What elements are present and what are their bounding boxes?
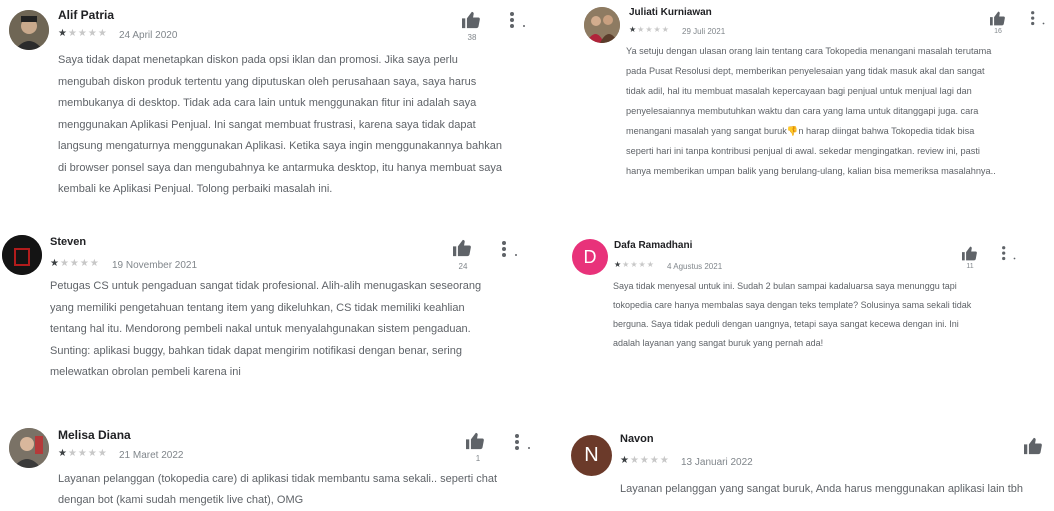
more-options-icon[interactable] — [509, 11, 529, 36]
like-count: 38 — [467, 33, 477, 42]
review-card: Juliati Kurniawan ★★★★★ 29 Juli 2021 16 … — [575, 0, 1054, 210]
like-count: 1 — [475, 454, 481, 463]
more-options-icon[interactable] — [1001, 245, 1019, 268]
more-options-icon[interactable] — [501, 240, 521, 265]
review-card: D Dafa Ramadhani ★★★★★ 4 Agustus 2021 11… — [560, 225, 1054, 365]
review-date: 19 November 2021 — [112, 260, 198, 271]
review-text: Layanan pelanggan yang sangat buruk, And… — [620, 483, 1024, 495]
reviewer-name: Alif Patria — [58, 8, 115, 22]
review-text: Layanan pelanggan (tokopedia care) di ap… — [58, 473, 498, 506]
avatar[interactable] — [584, 7, 620, 43]
reviewer-name: Dafa Ramadhani — [614, 240, 693, 251]
avatar[interactable]: N — [571, 435, 612, 476]
review-text: Saya tidak menyesal untuk ini. Sudah 2 b… — [613, 281, 972, 348]
review-text: Saya tidak dapat menetapkan diskon pada … — [58, 54, 502, 195]
star-rating: ★★★★★ — [58, 448, 108, 459]
star-rating: ★★★★★ — [58, 28, 108, 39]
more-options-icon[interactable] — [514, 433, 534, 458]
review-card: Steven ★★★★★ 19 November 2021 24 Petugas… — [0, 225, 540, 395]
review-card: N Navon ★★★★★ 13 Januari 2022 Layanan pe… — [560, 415, 1054, 511]
thumbs-up-icon[interactable] — [1023, 437, 1043, 460]
thumbs-up-icon[interactable] — [461, 11, 481, 34]
review-date: 24 April 2020 — [119, 30, 178, 41]
review-date: 13 Januari 2022 — [681, 457, 753, 468]
reviewer-name: Steven — [50, 236, 87, 248]
like-count: 24 — [458, 262, 468, 271]
like-count: 11 — [966, 263, 974, 270]
review-text: Petugas CS untuk pengaduan sangat tidak … — [50, 280, 482, 378]
star-rating: ★★★★★ — [620, 455, 670, 466]
star-rating: ★★★★★ — [50, 258, 100, 269]
avatar[interactable] — [9, 10, 49, 50]
review-card: Melisa Diana ★★★★★ 21 Maret 2022 1 Layan… — [0, 415, 540, 511]
reviewer-name: Juliati Kurniawan — [629, 7, 712, 18]
review-date: 21 Maret 2022 — [119, 450, 184, 461]
reviewer-name: Melisa Diana — [58, 428, 131, 442]
avatar[interactable] — [9, 428, 49, 468]
more-options-icon[interactable] — [1030, 10, 1048, 33]
star-rating: ★★★★★ — [629, 25, 670, 34]
star-rating: ★★★★★ — [614, 260, 655, 269]
avatar[interactable] — [2, 235, 42, 275]
review-text: Ya setuju dengan ulasan orang lain tenta… — [626, 46, 996, 176]
reviewer-name: Navon — [620, 433, 654, 445]
like-count: 16 — [994, 28, 1002, 35]
review-card: Alif Patria ★★★★★ 24 April 2020 38 Saya … — [0, 0, 540, 210]
review-date: 4 Agustus 2021 — [667, 262, 723, 271]
review-date: 29 Juli 2021 — [682, 27, 726, 36]
thumbs-up-icon[interactable] — [465, 432, 485, 455]
thumbs-up-icon[interactable] — [452, 239, 472, 262]
avatar[interactable]: D — [572, 239, 608, 275]
